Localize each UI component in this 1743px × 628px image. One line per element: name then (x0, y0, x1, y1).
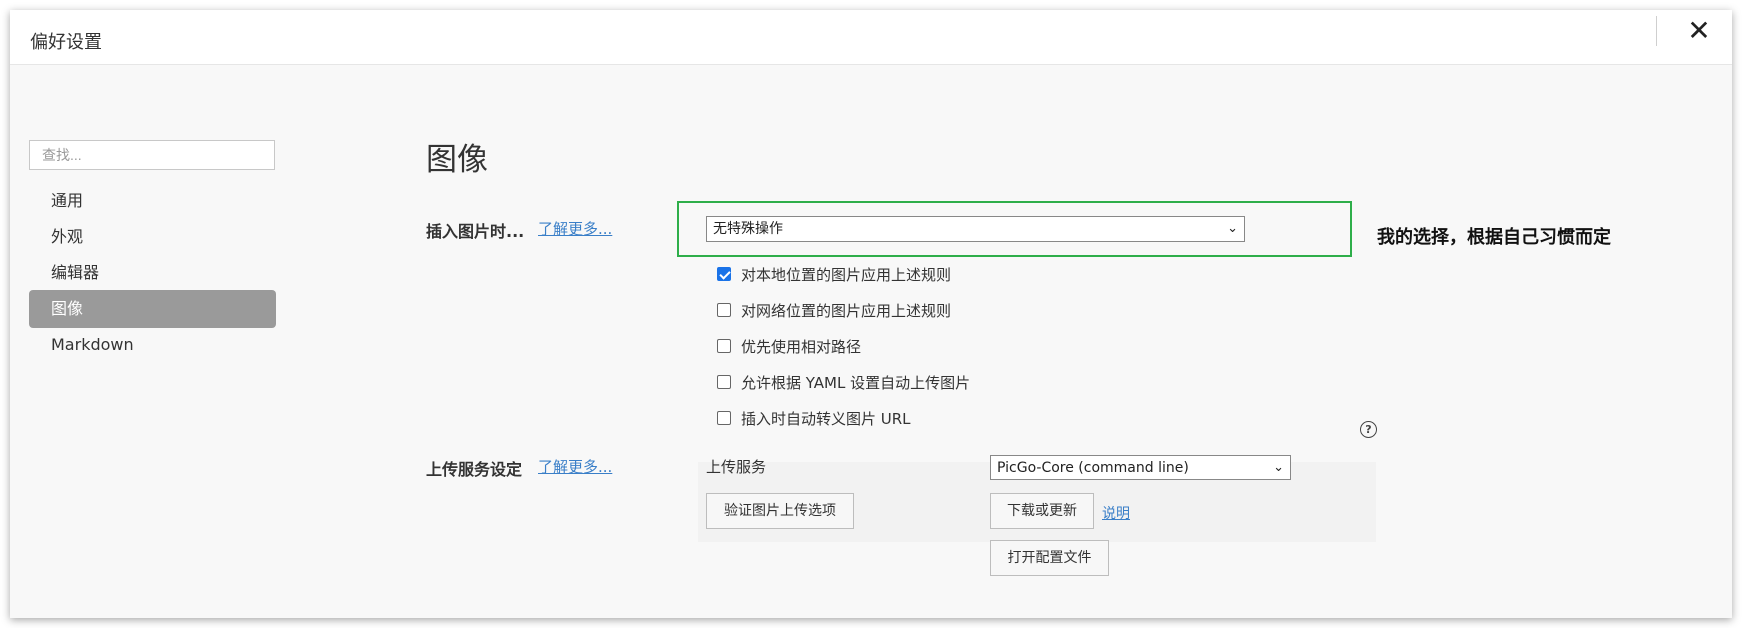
open-config-button[interactable]: 打开配置文件 (990, 540, 1109, 576)
sidebar-item-image[interactable]: 图像 (29, 290, 276, 328)
option-label: 对网络位置的图片应用上述规则 (741, 302, 952, 320)
help-icon[interactable]: ? (1360, 421, 1377, 438)
option-label: 对本地位置的图片应用上述规则 (741, 266, 952, 284)
explain-link[interactable]: 说明 (1102, 503, 1130, 523)
sidebar-item-markdown[interactable]: Markdown (29, 326, 276, 364)
upload-learn-more-link[interactable]: 了解更多... (538, 456, 612, 477)
network-images-checkbox[interactable] (717, 303, 731, 317)
title-bar: 偏好设置 ✕ (10, 10, 1732, 65)
upload-service-selected-value: PicGo-Core (command line) (997, 460, 1189, 476)
window-title: 偏好设置 (30, 32, 102, 53)
upload-service-label: 上传服务设定 (426, 460, 523, 479)
close-icon[interactable]: ✕ (1684, 16, 1714, 46)
validate-upload-button[interactable]: 验证图片上传选项 (706, 493, 854, 529)
download-update-button[interactable]: 下载或更新 (990, 493, 1094, 529)
insert-image-select[interactable]: 无特殊操作 ⌄ (706, 216, 1245, 242)
insert-image-learn-more-link[interactable]: 了解更多... (538, 218, 612, 239)
upload-service-select[interactable]: PicGo-Core (command line) ⌄ (990, 455, 1291, 480)
escape-url-checkbox[interactable] (717, 411, 731, 425)
insert-image-label: 插入图片时... (426, 222, 525, 241)
chevron-down-icon: ⌄ (1273, 460, 1284, 475)
page-title: 图像 (426, 142, 488, 178)
option-label: 允许根据 YAML 设置自动上传图片 (741, 374, 971, 392)
relative-path-checkbox[interactable] (717, 339, 731, 353)
local-images-checkbox[interactable] (717, 267, 731, 281)
search-input[interactable] (29, 140, 275, 170)
title-separator (1656, 16, 1657, 46)
sidebar-item-editor[interactable]: 编辑器 (29, 254, 276, 292)
preferences-dialog: 偏好设置 ✕ 通用 外观 编辑器 图像 Markdown 图像 插入图片时...… (10, 10, 1732, 618)
upload-service-field-label: 上传服务 (706, 458, 767, 476)
yaml-upload-checkbox[interactable] (717, 375, 731, 389)
annotation-note: 我的选择，根据自己习惯而定 (1377, 227, 1611, 248)
sidebar-item-appearance[interactable]: 外观 (29, 218, 276, 256)
insert-image-selected-value: 无特殊操作 (713, 221, 783, 237)
chevron-down-icon: ⌄ (1227, 221, 1238, 236)
option-label: 优先使用相对路径 (741, 338, 862, 356)
sidebar-item-general[interactable]: 通用 (29, 182, 276, 220)
option-label: 插入时自动转义图片 URL (741, 410, 911, 428)
